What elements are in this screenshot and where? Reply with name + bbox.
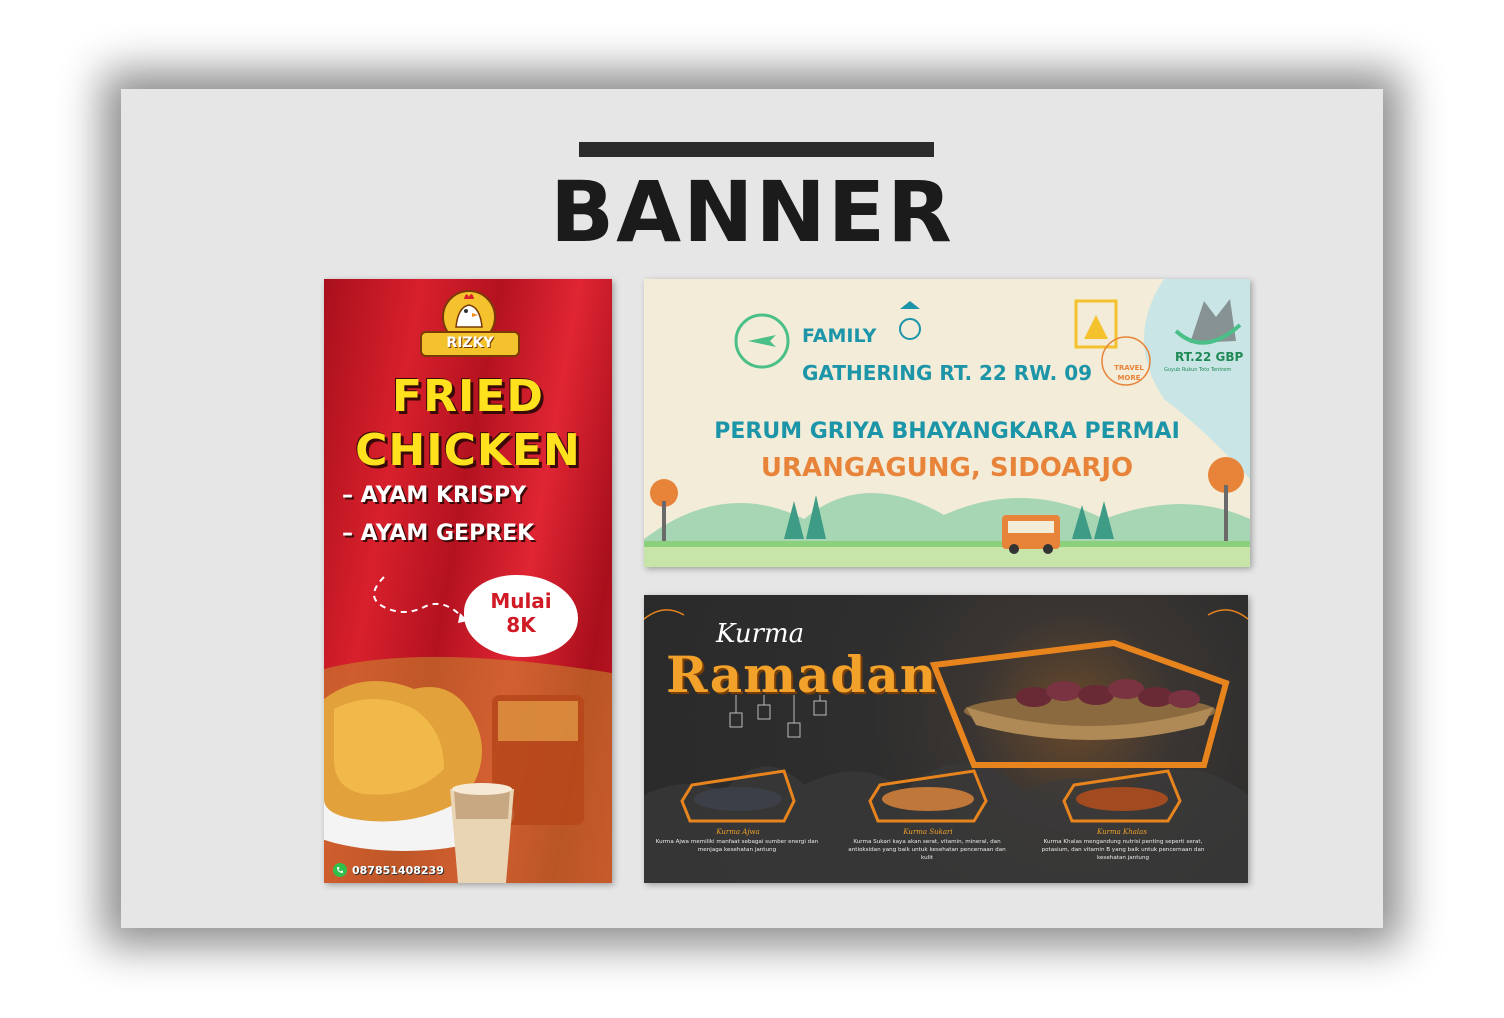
rt-logo-subtitle: Guyub Rukun Toto Tentrem bbox=[1164, 367, 1232, 373]
product-name-ajwa: Kurma Ajwa bbox=[716, 828, 760, 836]
title-ramadan: Ramadan bbox=[666, 645, 938, 704]
brand-label: RIZKY bbox=[420, 331, 520, 357]
product-name-khalas: Kurma Khalas bbox=[1097, 828, 1147, 836]
page-title: BANNER bbox=[550, 163, 954, 261]
title-rule bbox=[579, 142, 934, 157]
location-line-2: URANGAGUNG, SIDOARJO bbox=[760, 453, 1134, 483]
fried-chicken-banner: RIZKY FRIED CHICKEN – AYAM KRISPY – AYAM… bbox=[324, 279, 612, 883]
title-line-1: FRIED bbox=[392, 371, 544, 422]
whatsapp-icon bbox=[333, 863, 347, 877]
heading-gathering: GATHERING RT. 22 RW. 09 bbox=[802, 361, 1093, 385]
rt-logo-title: RT.22 GBP bbox=[1175, 350, 1244, 364]
price-label: Mulai bbox=[490, 589, 552, 613]
product-desc-sukari: Kurma Sukari kaya akan serat, vitamin, m… bbox=[848, 839, 1006, 861]
location-line-1: PERUM GRIYA BHAYANGKARA PERMAI bbox=[714, 419, 1180, 444]
dashed-arrow-icon bbox=[373, 576, 468, 623]
phone-number: 087851408239 bbox=[352, 863, 444, 877]
product-desc-khalas: Kurma Khalas mengandung nutrisi penting … bbox=[1041, 839, 1205, 861]
family-gathering-banner: FAMILY GATHERING RT. 22 RW. 09 TRAVEL MO… bbox=[644, 279, 1250, 567]
product-desc-ajwa: Kurma Ajwa memiliki manfaat sebagai sumb… bbox=[655, 839, 819, 853]
menu-item-2: – AYAM GEPREK bbox=[342, 521, 535, 546]
product-name-sukari: Kurma Sukari bbox=[903, 828, 953, 836]
heading-family: FAMILY bbox=[802, 325, 877, 347]
title-line-2: CHICKEN bbox=[355, 425, 581, 476]
price-badge: Mulai 8K bbox=[464, 575, 578, 657]
fried-chicken-food-image bbox=[324, 656, 612, 883]
price-value: 8K bbox=[506, 613, 536, 637]
kurma-ramadan-banner: Kurma Ramadan Kurma Ajwa Kurma Ajwa memi… bbox=[644, 595, 1248, 883]
travel-badge: TRAVEL MORE bbox=[1114, 364, 1144, 382]
phone-contact: 087851408239 bbox=[332, 861, 444, 879]
menu-item-1: – AYAM KRISPY bbox=[342, 483, 527, 508]
